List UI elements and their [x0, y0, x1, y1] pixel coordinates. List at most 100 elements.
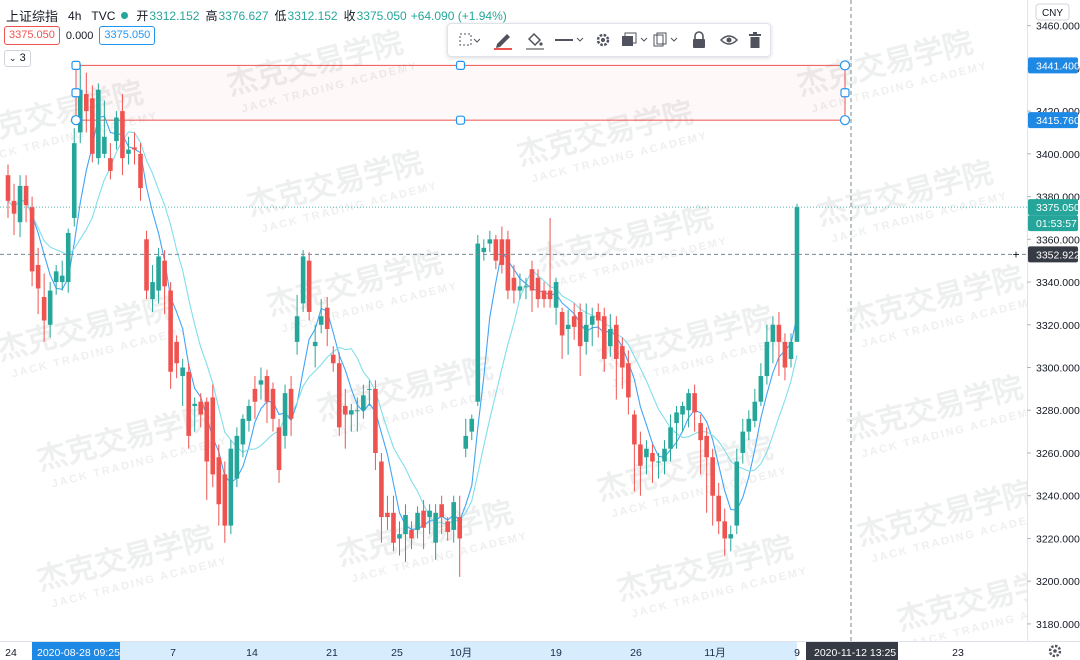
candle[interactable]: [174, 335, 179, 379]
candle[interactable]: [481, 239, 487, 261]
candle[interactable]: [288, 376, 294, 436]
price-axis[interactable]: CNY3460.0003440.0003420.0003400.0003380.…: [1012, 0, 1080, 641]
candle[interactable]: [35, 247, 41, 315]
resize-handle[interactable]: [839, 60, 851, 71]
resize-handle[interactable]: [840, 88, 850, 98]
candle[interactable]: [270, 382, 276, 432]
candle[interactable]: [559, 307, 565, 359]
copy-icon[interactable]: [650, 24, 682, 56]
time-axis[interactable]: 24714212510月192611月9232020-08-28 09:2520…: [0, 641, 1080, 660]
candle[interactable]: [168, 282, 173, 389]
candle-body: [764, 341, 770, 377]
candle[interactable]: [306, 252, 312, 321]
candle[interactable]: [11, 183, 17, 236]
candle[interactable]: [517, 273, 523, 300]
candle[interactable]: [336, 352, 342, 436]
candle[interactable]: [246, 399, 252, 432]
price-box[interactable]: 3375.050: [4, 26, 60, 45]
candle[interactable]: [65, 228, 71, 293]
resize-handle[interactable]: [839, 115, 851, 126]
candle[interactable]: [752, 388, 758, 428]
candle[interactable]: [475, 235, 481, 406]
candle[interactable]: [132, 132, 137, 165]
resize-handle[interactable]: [71, 88, 81, 98]
candle-body: [607, 329, 613, 347]
candle[interactable]: [565, 309, 571, 355]
candle[interactable]: [204, 397, 210, 500]
candle[interactable]: [300, 249, 306, 312]
ma-value-box[interactable]: 3375.050: [99, 26, 156, 45]
candle[interactable]: [577, 303, 583, 377]
candle[interactable]: [385, 495, 390, 530]
layers-icon[interactable]: [618, 24, 650, 56]
candle-body: [162, 260, 167, 287]
watermark-text: 杰克交易学院JACK TRADING ACADEMY: [843, 370, 1039, 460]
crosshair-plus-icon[interactable]: +: [1012, 247, 1019, 261]
candle[interactable]: [463, 418, 469, 458]
candle[interactable]: [499, 226, 505, 274]
candle[interactable]: [96, 83, 101, 165]
candle[interactable]: [553, 277, 559, 325]
candle[interactable]: [583, 303, 589, 355]
candle[interactable]: [487, 230, 493, 253]
candle[interactable]: [373, 380, 378, 471]
candle[interactable]: [17, 175, 23, 238]
candle[interactable]: [469, 414, 475, 441]
candle[interactable]: [589, 307, 595, 347]
candle[interactable]: [535, 269, 541, 308]
candle[interactable]: [674, 405, 679, 449]
trash-icon[interactable]: [740, 24, 770, 56]
symbol-name[interactable]: 上证综指: [6, 6, 58, 25]
candle[interactable]: [529, 260, 535, 312]
candle[interactable]: [5, 164, 11, 218]
resize-handle[interactable]: [70, 115, 82, 126]
candle[interactable]: [734, 448, 740, 535]
candle[interactable]: [493, 235, 499, 270]
candle[interactable]: [276, 418, 282, 483]
candle[interactable]: [252, 376, 258, 419]
candle[interactable]: [794, 203, 800, 342]
candle-body: [614, 324, 619, 359]
candle[interactable]: [53, 264, 59, 295]
candle[interactable]: [186, 363, 191, 449]
resize-handle[interactable]: [455, 60, 466, 70]
price-chart[interactable]: 杰克交易学院JACK TRADING ACADEMY 杰克交易学院JACK TRA…: [0, 0, 1080, 660]
gear-icon[interactable]: [588, 24, 618, 56]
candle[interactable]: [258, 367, 264, 400]
resize-handle[interactable]: [455, 115, 466, 125]
candle[interactable]: [23, 175, 29, 223]
interval-label[interactable]: 4h: [68, 9, 81, 23]
candle[interactable]: [234, 427, 240, 488]
candle[interactable]: [541, 282, 547, 308]
candle[interactable]: [222, 461, 228, 543]
candle[interactable]: [180, 358, 185, 406]
candle[interactable]: [511, 264, 517, 304]
candle[interactable]: [29, 196, 35, 287]
candle[interactable]: [505, 230, 511, 300]
candle[interactable]: [523, 277, 529, 300]
candle-body: [246, 405, 252, 421]
lock-icon[interactable]: [684, 24, 714, 56]
candle[interactable]: [210, 384, 216, 488]
resize-handle[interactable]: [71, 60, 81, 70]
indicators-collapse-button[interactable]: ⌄ 3: [4, 50, 31, 67]
candle[interactable]: [758, 363, 764, 406]
candle[interactable]: [571, 303, 577, 340]
candle[interactable]: [144, 230, 149, 300]
chart-container[interactable]: 杰克交易学院JACK TRADING ACADEMY 杰克交易学院JACK TRA…: [0, 0, 1080, 660]
candle[interactable]: [228, 440, 234, 535]
candle[interactable]: [692, 384, 697, 432]
candle[interactable]: [595, 303, 601, 338]
candle-body: [722, 521, 728, 539]
selected-rectangle-drawing[interactable]: [75, 64, 846, 121]
candle[interactable]: [710, 448, 715, 526]
line-style-icon[interactable]: [552, 24, 586, 56]
paint-bucket-icon[interactable]: [520, 24, 550, 56]
candle[interactable]: [282, 384, 288, 449]
dashed-square-icon[interactable]: [454, 24, 484, 56]
candle[interactable]: [264, 369, 270, 424]
candle[interactable]: [126, 136, 131, 165]
candle-body: [698, 423, 703, 441]
candle[interactable]: [108, 143, 113, 180]
pencil-icon[interactable]: [488, 24, 518, 56]
